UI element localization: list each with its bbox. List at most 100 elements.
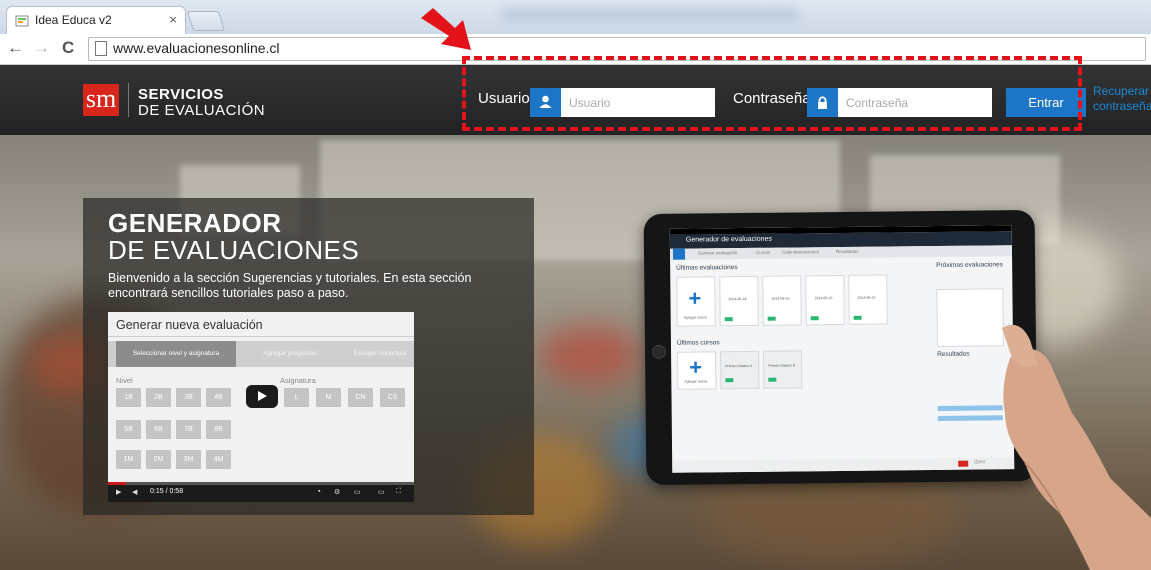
tablet-camera [651,344,667,359]
tablet-course-name: Primero Básico B [768,363,796,368]
forward-arrow-icon[interactable]: → [33,38,50,58]
nivel-tile: 8B [206,420,231,439]
tablet-nav: Generar evaluación Cursos Calendarizacio… [669,245,1013,260]
tablet-eval-card: 2014-05-15 [805,274,845,326]
recover-line2: contraseña [1093,99,1151,113]
wizard-step-2: Agregar preguntas [263,350,317,357]
nivel-tile: 3M [176,450,201,469]
tablet-nav-item: Cursos [755,249,771,255]
asignatura-tile: CN [348,388,373,407]
tablet-calendar-heading: Próximas evaluaciones [936,261,1004,269]
tablet-device: Generador de evaluaciones Generar evalua… [643,209,1038,486]
tablet-add-card: + Agregar nueva [676,276,716,327]
login-highlight-annotation [462,56,1082,131]
tablet-nav-item: Calendarizaciones [781,249,820,255]
tablet-eval-date: 2014-05-15 [771,296,790,301]
tablet-plus-icon: + [688,285,702,311]
hand-image [1002,324,1151,570]
wizard-step-3: Escoger cobertura [353,350,407,357]
tablet-eval-date: 2014-05-15 [857,295,876,300]
tablet-evaluations-heading: Últimas evaluaciones [676,264,738,272]
video-player[interactable]: Generar nueva evaluación Seleccionar niv… [108,312,414,502]
tablet-add-label: Agregar nueva [684,379,708,384]
tablet-results-heading: Resultados [937,350,970,358]
tablet-pill [853,315,862,320]
asignatura-tile: M [316,388,341,407]
brand-title: SERVICIOS [138,86,224,103]
youtube-logo-icon[interactable]: ▭ [354,488,361,496]
tablet-screen: Generador de evaluaciones Generar evalua… [669,225,1015,473]
tablet-eval-card: 2014-05-18 [719,275,759,327]
nivel-tile: 6B [146,420,171,439]
tablet-eval-date: 2014-05-18 [728,296,747,302]
video-progress-fill [108,482,126,485]
tablet-pill [767,316,776,321]
tablet-eval-card: 2014-05-15 [848,274,888,325]
brand-subtitle: DE EVALUACIÓN [138,102,266,119]
nivel-tile: 4M [206,450,231,469]
cast-icon[interactable]: ▭ [378,488,385,496]
nivel-tile: 2B [146,388,171,407]
wizard-steps: Seleccionar nivel y asignatura Agregar p… [108,341,414,367]
volume-icon[interactable]: ◀ [132,488,137,496]
tablet-pill [810,316,819,321]
fullscreen-icon[interactable]: ⛶ [396,488,401,496]
tablet-add-label: Agregar nueva [683,315,707,320]
nivel-tile: 3B [176,388,201,407]
tablet-add-course-card: + Agregar nueva [677,351,717,390]
control-play-icon[interactable]: ▶ [116,488,121,496]
nivel-tile: 7B [176,420,201,439]
blurred-window-title [500,8,800,22]
red-arrow-annotation [421,8,471,50]
tablet-footer-logo [958,460,969,467]
brand-divider [128,83,129,117]
nivel-tile: 2M [146,450,171,469]
player-divider [108,336,414,337]
play-icon[interactable] [246,385,278,408]
video-controls: ▶ ◀ 0:15 / 0:58 ▪ ⚙ ▭ ▭ ⛶ [108,482,414,502]
nivel-tile: 1B [116,388,141,407]
generator-subtitle: DE EVALUACIONES [108,235,360,265]
wizard-step-1: Seleccionar nivel y asignatura [116,341,236,367]
tablet-nav-item: Resultados [835,248,859,255]
generator-description: Bienvenido a la sección Sugerencias y tu… [108,271,472,300]
tablet-pill [768,377,777,382]
back-arrow-icon[interactable]: ← [7,38,24,58]
sm-logo[interactable]: sm [83,84,119,116]
asignatura-tile: CS [380,388,405,407]
tablet-pill [725,378,734,383]
tablet-pill [724,317,733,322]
recover-line1: Recuperar [1093,84,1150,98]
nivel-tile: 5B [116,420,141,439]
tablet-nav-item: Generar evaluación [697,250,738,256]
recover-password-link[interactable]: Recuperar contraseña [1093,84,1151,114]
nivel-tile: 4B [206,388,231,407]
reload-icon[interactable]: C [62,38,74,58]
tablet-home-icon [672,248,686,260]
tablet-eval-card: 2014-05-15 [762,275,802,326]
new-tab-button[interactable] [186,11,226,31]
tablet-courses-heading: Últimos cursos [676,339,720,347]
video-progress-bar[interactable] [108,482,414,485]
nivel-tile: 1M [116,450,141,469]
tablet-footer: ibee [672,457,1015,473]
player-title: Generar nueva evaluación [116,318,263,332]
browser-tab[interactable]: Idea Educa v2 × [6,6,186,34]
tablet-eval-date: 2014-05-15 [814,296,833,301]
page-icon [95,41,107,56]
nivel-label: Nivel [116,376,133,385]
site-favicon-icon [15,15,29,27]
settings-gear-icon[interactable]: ⚙ [334,488,340,496]
tablet-course-card: Primero Básico A [720,350,760,390]
asignatura-label: Asignatura [280,376,316,385]
tablet-course-name: Primero Básico A [725,363,753,369]
tablet-plus-icon: + [689,354,703,380]
browser-tabstrip: Idea Educa v2 × [0,0,1151,34]
tab-close-icon[interactable]: × [169,12,177,27]
url-text: www.evaluacionesonline.cl [113,40,280,56]
tablet-app-title: Generador de evaluaciones [685,235,772,244]
tab-title: Idea Educa v2 [35,13,112,27]
tablet-course-card: Primero Básico B [763,350,803,389]
subtitles-icon[interactable]: ▪ [318,488,320,495]
asignatura-tile: L [284,388,309,407]
